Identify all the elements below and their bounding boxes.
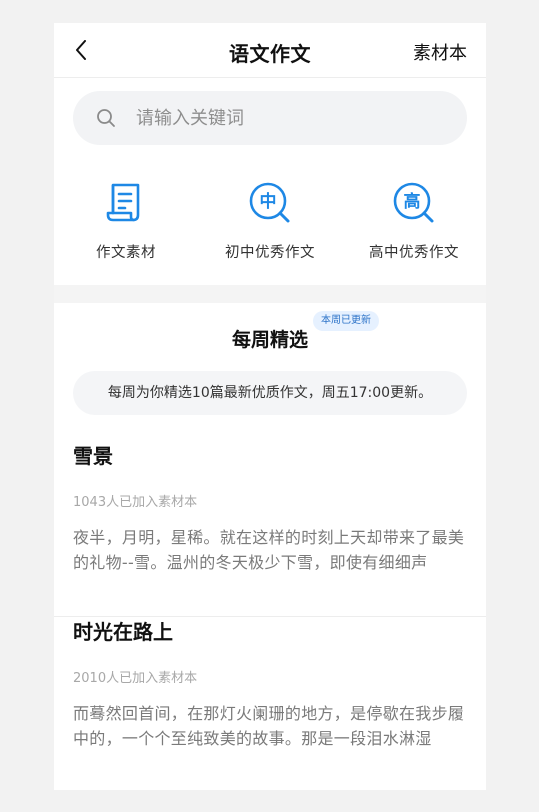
search-input[interactable] [134,106,428,130]
category-senior-high[interactable]: 高 高中优秀作文 [342,173,486,262]
screen: 语文作文 素材本 作文素材 中 初中优秀作文 [54,23,486,790]
gao-search-icon: 高 [393,182,434,223]
document-icon [106,183,140,222]
article-save-count: 1043人已加入素材本 [73,495,198,510]
article-item[interactable]: 时光在路上 2010人已加入素材本 而蓦然回首间，在那灯火阑珊的地方，是停歇在我… [54,616,486,790]
article-excerpt: 夜半，月明，星稀。就在这样的时刻上天却带来了最美的礼物--雪。温州的冬天极少下雪… [73,528,465,572]
weekly-header: 每周精选 本周已更新 [54,308,486,351]
article-excerpt: 而蓦然回首间，在那灯火阑珊的地方，是停歇在我步履中的，一个个至纯致美的故事。那是… [73,704,465,748]
zhong-search-icon: 中 [249,182,290,223]
search-icon [97,109,115,127]
article-title: 时光在路上 [73,620,173,644]
article-save-count: 2010人已加入素材本 [73,671,198,686]
weekly-title: 每周精选 [231,329,308,351]
article-item[interactable]: 雪景 1043人已加入素材本 夜半，月明，星稀。就在这样的时刻上天却带来了最美的… [54,440,486,617]
category-label: 高中优秀作文 [369,245,459,261]
material-book-button[interactable]: 素材本 [413,39,467,65]
section-divider [54,285,486,303]
category-essay-material[interactable]: 作文素材 [54,173,198,262]
svg-text:中: 中 [260,191,277,212]
svg-text:高: 高 [404,191,421,212]
top-bar: 语文作文 素材本 [54,23,486,78]
category-grid: 作文素材 中 初中优秀作文 高 高中优秀作文 [54,173,486,273]
search-bar[interactable] [73,91,467,145]
category-label: 初中优秀作文 [225,245,315,261]
updated-badge: 本周已更新 [313,311,379,331]
weekly-note: 每周为你精选10篇最新优质作文，周五17:00更新。 [73,371,467,415]
category-junior-high[interactable]: 中 初中优秀作文 [198,173,342,262]
article-title: 雪景 [73,444,113,468]
category-label: 作文素材 [96,245,156,261]
